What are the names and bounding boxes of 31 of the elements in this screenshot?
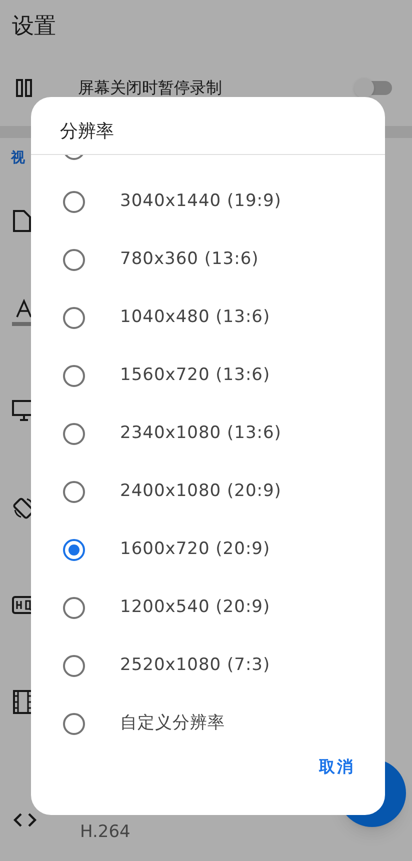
dialog-title: 分辨率 <box>60 120 114 144</box>
radio-button[interactable] <box>62 596 86 620</box>
option-label[interactable]: 3040x1440 (19:9) <box>120 189 282 215</box>
radio-button[interactable] <box>62 364 86 388</box>
radio-button[interactable] <box>62 712 86 736</box>
option-label[interactable]: 2400x1080 (20:9) <box>120 479 282 505</box>
radio-button[interactable] <box>62 480 86 504</box>
file-icon <box>12 209 32 233</box>
option-label[interactable]: 自定义分辨率 <box>120 711 225 737</box>
option-label[interactable]: 2520x1080 (7:3) <box>120 653 270 679</box>
setting-value: H.264 <box>80 822 130 842</box>
radio-button[interactable] <box>62 654 86 678</box>
radio-button[interactable] <box>62 190 86 214</box>
option-label[interactable]: 1600x720 (20:9) <box>120 537 270 563</box>
option-label[interactable]: 1560x720 (13:6) <box>120 363 270 389</box>
option-label[interactable]: 780x360 (13:6) <box>120 247 259 273</box>
option-label[interactable]: 1200x540 (20:9) <box>120 595 270 621</box>
setting-label: 屏幕关闭时暂停录制 <box>78 77 223 99</box>
page-title: 设置 <box>12 12 56 40</box>
radio-button[interactable] <box>62 248 86 272</box>
code-icon <box>12 812 38 828</box>
film-icon <box>12 690 34 714</box>
cancel-button[interactable]: 取消 <box>317 753 357 781</box>
option-label[interactable]: 2340x1080 (13:6) <box>120 421 282 447</box>
option-label[interactable]: 1040x480 (13:6) <box>120 305 270 331</box>
toggle-switch[interactable] <box>356 81 392 95</box>
section-header: 视 <box>11 148 25 168</box>
radio-button[interactable] <box>62 422 86 446</box>
radio-button[interactable] <box>62 306 86 330</box>
pause-icon <box>16 79 32 97</box>
radio-button[interactable] <box>62 538 86 562</box>
